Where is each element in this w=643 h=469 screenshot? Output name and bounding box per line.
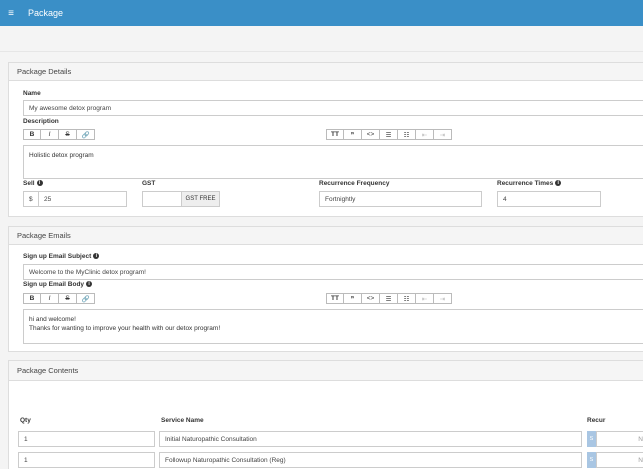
page-title: Package bbox=[28, 8, 64, 18]
service-input[interactable]: Initial Naturopathic Consultation bbox=[159, 431, 582, 447]
link-button[interactable]: 🔗 bbox=[77, 293, 95, 304]
body-line: Thanks for wanting to improve your healt… bbox=[29, 325, 221, 332]
recur-toggle[interactable]: S bbox=[587, 431, 596, 447]
subject-input[interactable]: Welcome to the MyClinic detox program! bbox=[23, 264, 643, 280]
gst-label: GST bbox=[142, 180, 156, 187]
heading-button[interactable]: TT bbox=[326, 129, 344, 140]
italic-button[interactable]: I bbox=[41, 129, 59, 140]
sub-toolbar bbox=[0, 26, 643, 52]
recurrence-frequency-select[interactable]: Fortnightly bbox=[319, 191, 482, 207]
recurrence-times-label-text: Recurrence Times bbox=[497, 180, 554, 187]
qty-input[interactable]: 1 bbox=[18, 431, 155, 447]
name-input[interactable]: My awesome detox program bbox=[23, 100, 643, 116]
recurrence-times-label: Recurrence Times i bbox=[497, 180, 562, 187]
bullet-list-button[interactable]: ☰ bbox=[380, 293, 398, 304]
gst-input[interactable] bbox=[142, 191, 182, 207]
app-header: ≡ Package bbox=[0, 0, 643, 26]
qty-input[interactable]: 1 bbox=[18, 452, 155, 468]
description-label: Description bbox=[23, 118, 59, 125]
service-header: Service Name bbox=[161, 417, 204, 424]
outdent-button[interactable]: ⇤ bbox=[416, 129, 434, 140]
description-toolbar-right: TT ❞ <> ☰ ☷ ⇤ ⇥ bbox=[326, 129, 452, 140]
panel-title: Package Contents bbox=[9, 361, 643, 381]
bold-button[interactable]: B bbox=[23, 293, 41, 304]
package-details-panel: Package Details Name My awesome detox pr… bbox=[8, 62, 643, 217]
indent-button[interactable]: ⇥ bbox=[434, 129, 452, 140]
recur-header: Recur bbox=[587, 417, 606, 424]
outdent-button[interactable]: ⇤ bbox=[416, 293, 434, 304]
description-editor[interactable]: Holistic detox program bbox=[23, 145, 643, 179]
info-icon[interactable]: i bbox=[86, 281, 93, 288]
info-icon[interactable]: i bbox=[36, 180, 43, 187]
sell-label-text: Sell bbox=[23, 180, 35, 187]
sell-currency-addon: $ bbox=[23, 191, 39, 207]
italic-button[interactable]: I bbox=[41, 293, 59, 304]
bold-button[interactable]: B bbox=[23, 129, 41, 140]
recur-toggle[interactable]: S bbox=[587, 452, 596, 468]
quote-button[interactable]: ❞ bbox=[344, 129, 362, 140]
menu-icon[interactable]: ≡ bbox=[0, 8, 22, 19]
numbered-list-button[interactable]: ☷ bbox=[398, 293, 416, 304]
recur-value[interactable]: N bbox=[596, 452, 643, 468]
subject-label-text: Sign up Email Subject bbox=[23, 253, 92, 260]
description-toolbar-left: B I S 🔗 bbox=[23, 129, 95, 140]
code-button[interactable]: <> bbox=[362, 129, 380, 140]
body-label: Sign up Email Body i bbox=[23, 281, 93, 288]
body-editor[interactable]: hi and welcome! Thanks for wanting to im… bbox=[23, 309, 643, 344]
service-input[interactable]: Followup Naturopathic Consultation (Reg) bbox=[159, 452, 582, 468]
body-toolbar-left: B I S 🔗 bbox=[23, 293, 95, 304]
info-icon[interactable]: i bbox=[555, 180, 562, 187]
name-label: Name bbox=[23, 90, 41, 97]
recurrence-times-input[interactable]: 4 bbox=[497, 191, 601, 207]
strikethrough-button[interactable]: S bbox=[59, 293, 77, 304]
qty-header: Qty bbox=[20, 417, 31, 424]
body-label-text: Sign up Email Body bbox=[23, 281, 85, 288]
recur-value[interactable]: N bbox=[596, 431, 643, 447]
panel-title: Package Emails bbox=[9, 227, 643, 245]
quote-button[interactable]: ❞ bbox=[344, 293, 362, 304]
subject-label: Sign up Email Subject i bbox=[23, 253, 100, 260]
package-emails-panel: Package Emails Sign up Email Subject i We… bbox=[8, 226, 643, 352]
link-button[interactable]: 🔗 bbox=[77, 129, 95, 140]
gst-free-addon: GST FREE bbox=[181, 191, 220, 207]
sell-input[interactable]: 25 bbox=[38, 191, 127, 207]
body-toolbar-right: TT ❞ <> ☰ ☷ ⇤ ⇥ bbox=[326, 293, 452, 304]
code-button[interactable]: <> bbox=[362, 293, 380, 304]
body-line: hi and welcome! bbox=[29, 316, 76, 323]
panel-title: Package Details bbox=[9, 63, 643, 81]
indent-button[interactable]: ⇥ bbox=[434, 293, 452, 304]
recurrence-frequency-label: Recurrence Frequency bbox=[319, 180, 390, 187]
info-icon[interactable]: i bbox=[93, 253, 100, 260]
strikethrough-button[interactable]: S bbox=[59, 129, 77, 140]
package-contents-panel: Package Contents Qty Service Name Recur … bbox=[8, 360, 643, 469]
sell-label: Sell i bbox=[23, 180, 43, 187]
description-text: Holistic detox program bbox=[29, 152, 94, 159]
heading-button[interactable]: TT bbox=[326, 293, 344, 304]
bullet-list-button[interactable]: ☰ bbox=[380, 129, 398, 140]
numbered-list-button[interactable]: ☷ bbox=[398, 129, 416, 140]
